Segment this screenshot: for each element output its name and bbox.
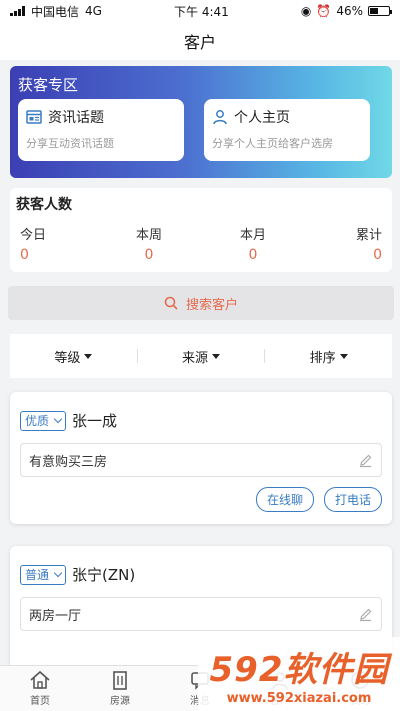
caret-down-icon <box>212 353 221 359</box>
customer-note: 两房一厅 <box>29 608 82 624</box>
stats-grid: 今日 0 本周 0 本月 0 累计 0 <box>16 224 386 263</box>
level-selector[interactable]: 普通 <box>20 564 67 585</box>
search-icon <box>164 296 178 310</box>
stats-title: 获客人数 <box>16 197 72 213</box>
time-label: 下午 4:41 <box>174 4 229 19</box>
tab-label: 房源 <box>110 696 130 707</box>
stat-today: 今日 0 <box>20 224 70 263</box>
stat-label: 本周 <box>135 228 162 243</box>
news-topic-card[interactable]: 资讯话题 分享互动资讯话题 <box>18 99 184 161</box>
personal-homepage-card[interactable]: 个人主页 分享个人主页给客户选房 <box>204 99 370 161</box>
stat-label: 今日 <box>20 228 47 243</box>
watermark-logo: 592软件园 <box>209 650 389 690</box>
personal-homepage-subtitle: 分享个人主页给客户选房 <box>212 137 333 150</box>
personal-homepage-title: 个人主页 <box>234 110 290 126</box>
level-label: 普通 <box>25 568 50 582</box>
carrier-label: 中国电信 <box>31 4 80 19</box>
page-title: 客户 <box>183 33 216 52</box>
tab-listings[interactable]: 房源 <box>109 670 131 707</box>
customer-name: 张一成 <box>72 412 118 430</box>
home-icon <box>30 670 50 689</box>
stat-value: 0 <box>373 247 382 263</box>
nav-bar: 客户 <box>0 22 400 60</box>
filter-sort[interactable]: 排序 <box>265 347 392 366</box>
stat-label: 累计 <box>355 228 382 243</box>
filter-bar: 等级 来源 排序 <box>10 334 392 378</box>
news-topic-subtitle: 分享互动资讯话题 <box>26 137 114 150</box>
customer-note-field[interactable]: 有意购买三房 <box>20 443 382 477</box>
status-bar: 中国电信 4G 下午 4:41 ◉ ⏰ 46% <box>0 0 400 22</box>
caret-down-icon <box>339 353 348 359</box>
lock-rotation-icon: ◉ <box>300 4 312 18</box>
search-label: 搜索客户 <box>185 297 238 313</box>
customer-note: 有意购买三房 <box>29 454 108 470</box>
chevron-down-icon <box>53 568 63 578</box>
banner-cards: 资讯话题 分享互动资讯话题 个人主页 分享个人主页给客户选房 <box>18 99 384 161</box>
stat-month: 本月 0 <box>228 224 278 263</box>
watermark-url: www.592xiazai.com <box>226 691 372 706</box>
customer-name: 张宁(ZN) <box>72 566 136 584</box>
customer-card[interactable]: 优质 张一成 有意购买三房 在线聊 打电话 <box>10 392 392 524</box>
stat-value: 0 <box>248 247 258 263</box>
stat-week: 本周 0 <box>124 224 174 263</box>
signal-icon <box>10 6 25 16</box>
card-actions: 在线聊 打电话 <box>20 487 382 512</box>
news-icon <box>26 110 42 124</box>
stat-value: 0 <box>20 247 29 263</box>
edit-icon[interactable] <box>358 607 373 622</box>
status-right: ◉ ⏰ 46% <box>300 4 392 18</box>
battery-icon <box>367 6 392 16</box>
user-icon <box>213 110 227 125</box>
call-button[interactable]: 打电话 <box>323 487 382 512</box>
battery-percent: 46% <box>336 4 363 18</box>
alarm-icon: ⏰ <box>316 4 332 18</box>
filter-source[interactable]: 来源 <box>138 347 265 366</box>
stat-total: 累计 0 <box>332 224 382 263</box>
tab-home[interactable]: 首页 <box>29 670 51 707</box>
status-left: 中国电信 4G <box>10 3 102 20</box>
filter-label: 来源 <box>182 350 209 366</box>
caret-down-icon <box>84 353 93 359</box>
lead-stats-panel: 获客人数 今日 0 本周 0 本月 0 累计 0 <box>10 188 392 272</box>
chevron-down-icon <box>53 414 63 424</box>
site-watermark: 592软件园 www.592xiazai.com <box>198 637 400 711</box>
tab-label: 首页 <box>30 696 50 707</box>
lead-banner: 获客专区 资讯话题 分享互动资讯话题 个人主页 分享个人主页给客户选房 <box>10 66 392 178</box>
edit-icon[interactable] <box>358 453 373 468</box>
level-label: 优质 <box>25 414 50 428</box>
filter-label: 排序 <box>309 350 336 366</box>
search-customer-button[interactable]: 搜索客户 <box>8 286 394 320</box>
level-selector[interactable]: 优质 <box>20 410 67 431</box>
news-topic-title: 资讯话题 <box>48 110 104 126</box>
stat-value: 0 <box>144 247 154 263</box>
building-icon <box>113 671 127 690</box>
banner-title: 获客专区 <box>18 76 79 94</box>
customer-note-field[interactable]: 两房一厅 <box>20 597 382 631</box>
filter-level[interactable]: 等级 <box>10 347 137 366</box>
filter-label: 等级 <box>54 350 81 366</box>
stat-label: 本月 <box>239 228 266 243</box>
online-chat-button[interactable]: 在线聊 <box>255 487 314 512</box>
network-label: 4G <box>85 4 102 18</box>
